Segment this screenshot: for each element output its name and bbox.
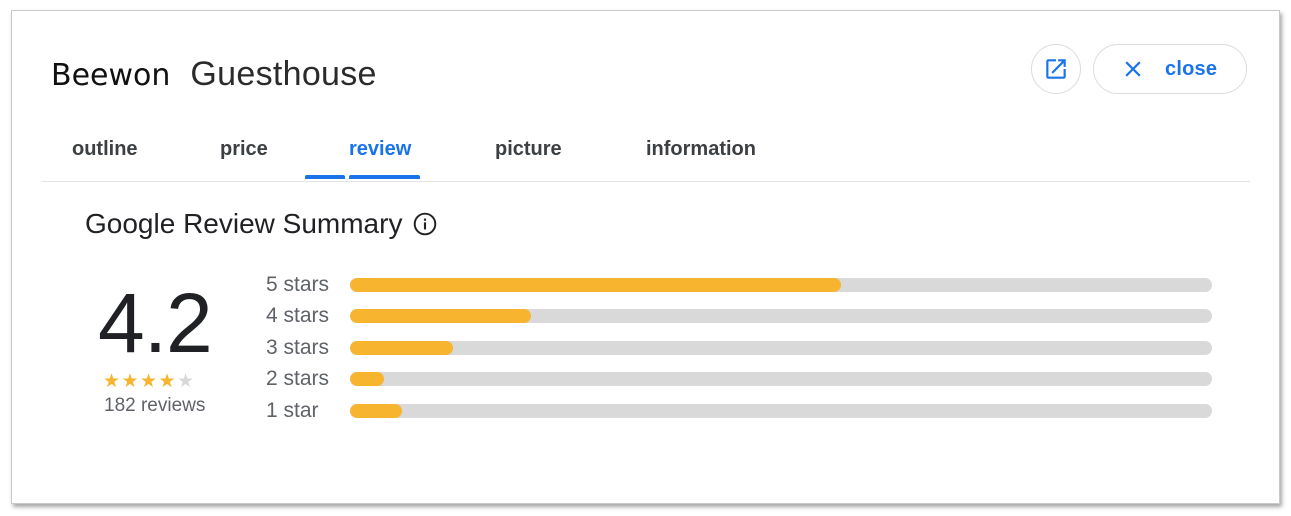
rating-row[interactable]: 5 stars (266, 273, 1226, 297)
title-second-word: Guesthouse (190, 55, 377, 93)
rating-bar-track (350, 404, 1212, 418)
rating-row-label: 4 stars (266, 304, 330, 327)
rating-bar-fill (350, 309, 532, 323)
close-button[interactable]: close (1093, 44, 1247, 94)
review-summary-title: Google Review Summary (85, 208, 403, 239)
star-filled-icon: ★ (121, 370, 139, 392)
rating-row[interactable]: 4 stars (266, 304, 1226, 328)
rating-row[interactable]: 2 stars (266, 367, 1226, 391)
tab-bar: outline price review picture information (42, 127, 1250, 182)
star-filled-icon: ★ (103, 370, 121, 392)
tab-review[interactable]: review (349, 138, 411, 161)
open-in-new-button[interactable] (1031, 44, 1081, 94)
rating-bar-track (350, 372, 1212, 386)
rating-row[interactable]: 1 star (266, 399, 1226, 423)
tab-review-underline-left (305, 175, 345, 179)
close-label: close (1165, 57, 1218, 80)
rating-stars: ★ ★ ★ ★ ★ (103, 370, 196, 392)
tab-outline[interactable]: outline (72, 138, 138, 161)
rating-bar-track (350, 278, 1212, 292)
rating-bar-track (350, 341, 1212, 355)
rating-row-label: 2 stars (266, 367, 330, 390)
rating-row[interactable]: 3 stars (266, 336, 1226, 360)
average-rating: 4.2 (98, 276, 213, 370)
tab-review-underline (349, 175, 420, 179)
open-in-new-icon (1046, 59, 1066, 79)
tab-price[interactable]: price (220, 138, 268, 161)
tab-picture[interactable]: picture (495, 138, 562, 161)
tab-information[interactable]: information (646, 138, 756, 161)
rating-bar-fill (350, 341, 454, 355)
star-filled-icon: ★ (158, 370, 176, 392)
rating-row-label: 3 stars (266, 336, 330, 359)
title-first-word: Beewon (51, 58, 171, 93)
review-summary-heading: Google Review Summary (85, 208, 438, 240)
rating-bar-fill (350, 278, 842, 292)
info-icon[interactable] (412, 211, 438, 237)
rating-row-label: 1 star (266, 399, 319, 422)
close-icon (1125, 61, 1141, 77)
rating-bar-fill (350, 372, 385, 386)
rating-row-label: 5 stars (266, 273, 330, 296)
star-filled-icon: ★ (140, 370, 158, 392)
rating-bar-fill (350, 404, 402, 418)
rating-bar-track (350, 309, 1212, 323)
star-empty-icon: ★ (177, 370, 195, 392)
reviews-count[interactable]: 182 reviews (104, 395, 205, 417)
hotel-details-card: Beewon Guesthouse close outline price re… (11, 10, 1280, 504)
page-title: Beewon Guesthouse (51, 55, 377, 95)
